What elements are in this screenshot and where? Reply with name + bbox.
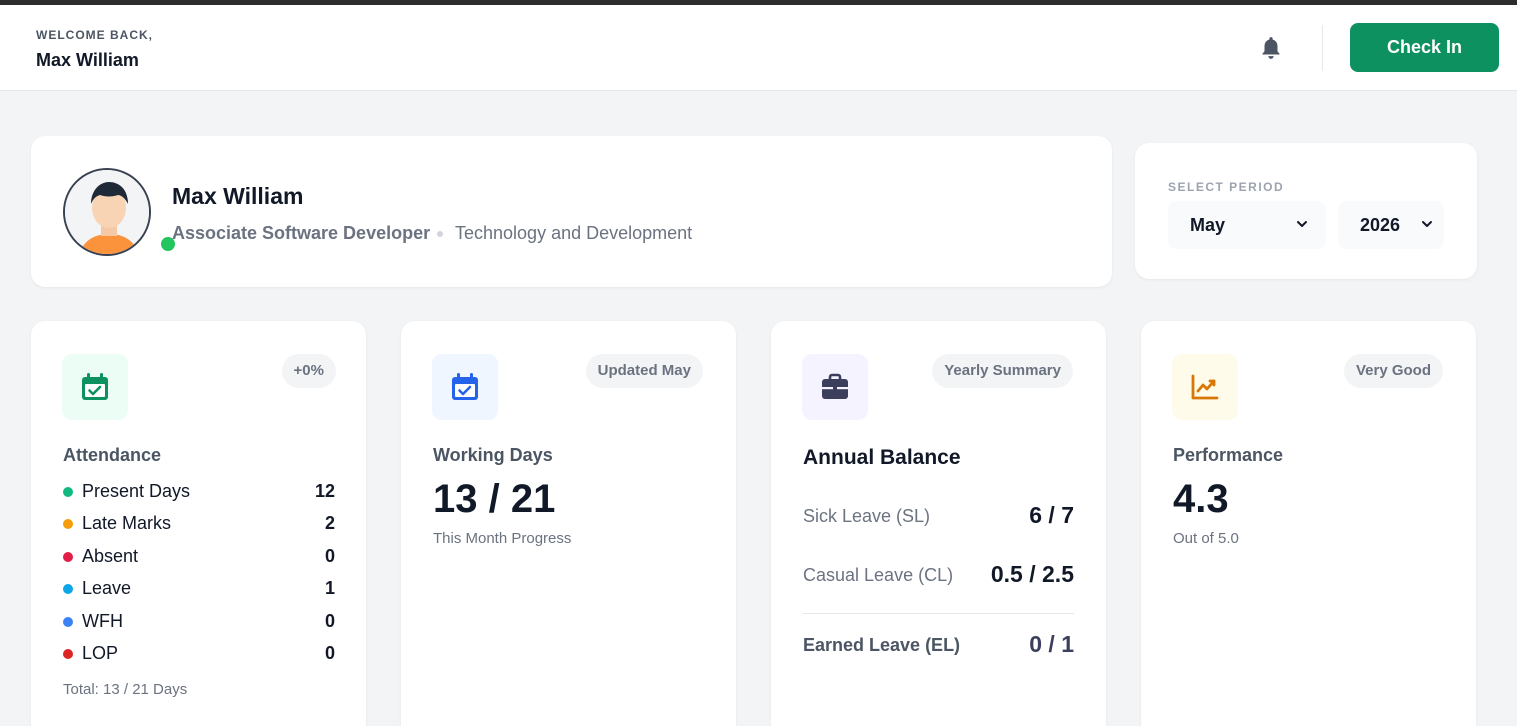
- list-item: Present Days 12: [63, 481, 335, 513]
- performance-title: Performance: [1173, 445, 1284, 465]
- performance-note: Out of 5.0: [1173, 530, 1239, 547]
- working-days-title: Working Days: [433, 445, 553, 465]
- attendance-title: Attendance: [63, 445, 162, 465]
- bell-icon[interactable]: [1258, 35, 1284, 61]
- chevron-down-icon: [1422, 221, 1432, 227]
- header-divider: [1322, 25, 1323, 71]
- leave-value: 6 / 7: [1029, 502, 1074, 528]
- list-item: WFH 0: [63, 611, 335, 643]
- leave-value: 0 / 1: [1029, 631, 1074, 657]
- status-dot: [63, 584, 73, 595]
- status-dot: [63, 519, 73, 530]
- working-days-icon-tile: [432, 354, 498, 420]
- welcome-user-name: Max William: [36, 50, 139, 70]
- status-dot: [63, 648, 73, 659]
- attendance-item-label: Present Days: [82, 481, 191, 501]
- annual-balance-card: Yearly Summary Annual Balance Sick Leave…: [771, 321, 1106, 726]
- attendance-item-label: Absent: [82, 545, 139, 566]
- app-header: WELCOME BACK, Max William Check In: [0, 5, 1517, 91]
- attendance-item-value: 0: [324, 642, 335, 663]
- briefcase-icon: [822, 373, 848, 399]
- profile-name: Max William: [172, 183, 304, 209]
- attendance-item-value: 0: [324, 545, 335, 566]
- working-days-card: Updated May Working Days 13 / 21 This Mo…: [401, 321, 736, 726]
- avatar: [63, 168, 151, 256]
- attendance-change-badge: +0%: [281, 354, 336, 388]
- leave-label: Earned Leave (EL): [803, 635, 961, 655]
- attendance-item-value: 2: [324, 513, 335, 534]
- select-period-label: SELECT PERIOD: [1168, 180, 1285, 194]
- status-dot: [63, 616, 73, 627]
- attendance-item-label: Late Marks: [82, 513, 172, 534]
- leave-value: 0.5 / 2.5: [990, 561, 1074, 587]
- leave-label: Sick Leave (SL): [803, 506, 931, 526]
- attendance-total: Total: 13 / 21 Days: [63, 681, 188, 698]
- attendance-item-label: WFH: [82, 610, 123, 631]
- list-item: Late Marks 2: [63, 513, 335, 545]
- calendar-check-icon: [452, 373, 478, 400]
- trending-up-icon: [1191, 374, 1219, 400]
- profile-role: Associate Software Developer: [172, 223, 431, 243]
- status-dot: [63, 551, 73, 562]
- attendance-icon-tile: [62, 354, 128, 420]
- annual-balance-icon-tile: [802, 354, 868, 420]
- chevron-down-icon: [1297, 221, 1307, 227]
- check-in-button[interactable]: Check In: [1350, 23, 1499, 72]
- attendance-card: +0% Attendance Present Days 12 Late Mark…: [31, 321, 366, 726]
- working-days-badge: Updated May: [585, 354, 703, 388]
- working-days-value: 13 / 21: [433, 477, 556, 521]
- month-value: May: [1190, 215, 1226, 235]
- attendance-item-label: Leave: [82, 578, 132, 599]
- performance-card: Very Good Performance 4.3 Out of 5.0: [1141, 321, 1476, 726]
- status-dot: [63, 487, 73, 497]
- attendance-item-value: 12: [314, 481, 335, 501]
- period-card: SELECT PERIOD May 2026: [1135, 143, 1477, 279]
- attendance-list: Present Days 12 Late Marks 2 Absent 0 Le…: [63, 481, 335, 675]
- calendar-check-icon: [82, 373, 108, 400]
- attendance-item-label: LOP: [82, 642, 119, 663]
- welcome-label: WELCOME BACK,: [36, 28, 153, 42]
- list-item: LOP 0: [63, 643, 335, 675]
- list-item: Leave 1: [63, 578, 335, 610]
- month-select[interactable]: May: [1168, 201, 1326, 249]
- performance-value: 4.3: [1173, 477, 1229, 521]
- leave-label: Casual Leave (CL): [803, 565, 954, 585]
- divider: [803, 613, 1074, 614]
- working-days-note: This Month Progress: [433, 530, 572, 547]
- annual-balance-title: Annual Balance: [803, 446, 961, 469]
- performance-icon-tile: [1172, 354, 1238, 420]
- annual-balance-badge: Yearly Summary: [932, 354, 1073, 388]
- profile-department: Technology and Development: [455, 223, 693, 243]
- year-value: 2026: [1360, 215, 1401, 235]
- performance-badge: Very Good: [1343, 354, 1443, 388]
- profile-card: Max William Associate Software Developer…: [31, 136, 1112, 287]
- separator-dot: [437, 231, 443, 237]
- attendance-item-value: 1: [324, 578, 335, 599]
- attendance-item-value: 0: [324, 610, 335, 631]
- year-select[interactable]: 2026: [1338, 201, 1444, 249]
- list-item: Absent 0: [63, 546, 335, 578]
